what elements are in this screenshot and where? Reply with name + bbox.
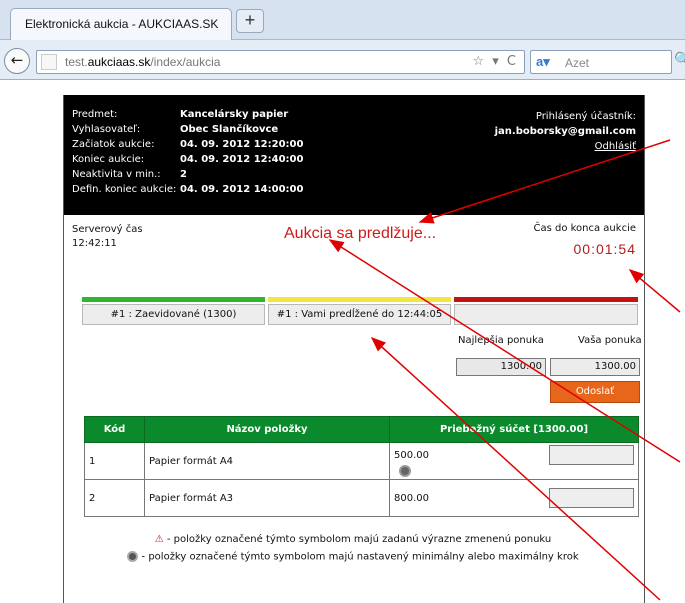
legend-step: - položky označené týmto symbolom majú n… [63,551,643,563]
col-header-name: Názov položky [144,416,390,443]
status-stripe [82,297,265,302]
participant-info: Prihlásený účastník: jan.boborsky@gmail.… [495,109,636,154]
gear-icon [127,551,139,562]
best-offer-value: 1300.00 [456,358,546,376]
search-engine-icon[interactable]: a▾ [536,54,550,70]
sum-value: 800.00 [394,493,429,504]
cell-sum: 800.00 [389,479,639,517]
search-bar[interactable]: a▾ Azet [530,50,672,74]
participant-label: Prihlásený účastník: [535,111,636,122]
auction-header: Predmet: Kancelársky papier Vyhlasovateľ:… [64,95,644,215]
back-button[interactable]: ← [4,48,30,74]
status-bars: #1 : Zaevidované (1300) #1 : Vami predĺž… [82,297,638,327]
bookmark-star-icon[interactable]: ☆ ▾ C [472,54,518,69]
step-gear-icon [399,465,411,477]
logout-link[interactable]: Odhlásiť [495,139,636,154]
status-bar-label [454,304,638,325]
bid-input[interactable] [549,488,634,508]
legend-warning-text: - položky označené týmto symbolom majú z… [163,534,552,545]
search-input[interactable]: Azet [565,56,589,70]
info-row-final-end: Defin. koniec aukcie: 04. 09. 2012 14:00:… [72,184,304,195]
table-header-row: Kód Názov položky Priebežný súčet [1300.… [84,416,639,443]
new-tab-button[interactable]: + [236,9,264,33]
cell-code: 2 [84,479,145,517]
site-favicon-icon [41,54,57,70]
items-table: Kód Názov položky Priebežný súčet [1300.… [84,416,639,517]
table-row: 2 Papier formát A3 800.00 [84,479,639,517]
status-bar-extended: #1 : Vami predĺžené do 12:44:05 [268,297,451,325]
url-text: test.aukciaas.sk/index/aukcia [65,55,221,69]
status-stripe [268,297,451,302]
sum-value: 500.00 [394,450,429,461]
navigation-bar: ← test.aukciaas.sk/index/aukcia ☆ ▾ C a▾… [0,40,685,80]
cell-code: 1 [84,442,145,480]
status-bar-registered: #1 : Zaevidované (1300) [82,297,265,325]
best-offer-label: Najlepšia ponuka [458,335,544,346]
status-stripe [454,297,638,302]
info-row-announcer: Vyhlasovateľ: Obec Slančíkovce [72,124,279,135]
legend-warning: ⚠ - položky označené týmto symbolom majú… [63,534,643,545]
warning-triangle-icon: ⚠ [154,534,164,545]
remaining-time-label: Čas do konca aukcie [533,223,636,234]
status-bar-label: #1 : Vami predĺžené do 12:44:05 [268,304,451,325]
participant-email: jan.boborsky@gmail.com [494,126,636,137]
legend-step-text: - položky označené týmto symbolom majú n… [138,551,579,563]
your-offer-label: Vaša ponuka [578,335,642,346]
send-button[interactable]: Odoslať [550,381,640,403]
address-bar[interactable]: test.aukciaas.sk/index/aukcia ☆ ▾ C [36,50,525,74]
info-row-end: Koniec aukcie: 04. 09. 2012 12:40:00 [72,154,304,165]
cell-sum: 500.00 [389,442,639,480]
info-row-start: Začiatok aukcie: 04. 09. 2012 12:20:00 [72,139,304,150]
cell-name: Papier formát A3 [144,479,390,517]
cell-name: Papier formát A4 [144,442,390,480]
server-time-value: 12:42:11 [72,238,117,249]
status-bar-label: #1 : Zaevidované (1300) [82,304,265,325]
info-row-subject: Predmet: Kancelársky papier [72,109,289,120]
your-offer-input[interactable]: 1300.00 [550,358,640,376]
tab-strip: Elektronická aukcia - AUKCIAAS.SK + [0,0,685,40]
server-time-label: Serverový čas [72,224,143,235]
bid-input[interactable] [549,445,634,465]
server-time: Serverový čas 12:42:11 [72,223,143,251]
browser-tab[interactable]: Elektronická aukcia - AUKCIAAS.SK [10,8,232,40]
info-row-inactivity: Neaktivita v min.: 2 [72,169,187,180]
auction-panel: Predmet: Kancelársky papier Vyhlasovateľ:… [63,95,645,603]
status-bar-red [454,297,638,325]
extend-message: Aukcia sa predlžuje... [284,225,437,242]
table-row: 1 Papier formát A4 500.00 [84,442,639,480]
search-magnifier-icon[interactable]: 🔍 [674,52,685,68]
remaining-time-value: 00:01:54 [573,241,636,257]
col-header-code: Kód [84,416,145,443]
col-header-sum: Priebežný súčet [1300.00] [389,416,639,443]
